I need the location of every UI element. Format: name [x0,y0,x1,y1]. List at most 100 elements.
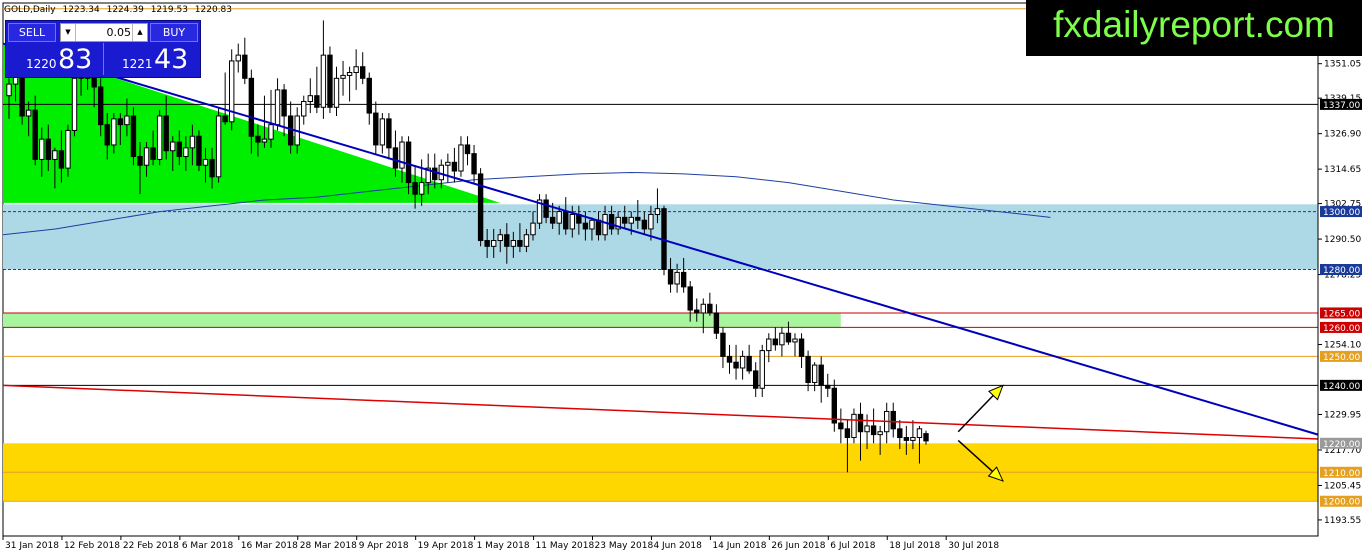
candle-body [910,437,916,441]
candle-body [333,77,340,108]
candle-body [838,422,844,430]
price-tag-label: 1300.00 [1323,208,1360,218]
lot-size-field[interactable]: ▼ 0.05 ▲ [60,23,148,42]
candle-body [491,240,497,247]
buy-price[interactable]: 1221 43 [103,43,198,75]
price-tag-label: 1265.00 [1323,309,1360,319]
time-tick-label: 4 Jun 2018 [653,541,702,551]
candle-body [831,387,837,424]
chevron-up-icon[interactable]: ▲ [132,24,147,41]
one-click-trading-panel: SELL ▼ 0.05 ▲ BUY 1220 83 1221 43 [5,20,201,78]
candle-body [156,115,163,160]
brand-text: fxdailyreport.com [1053,4,1335,45]
time-tick-label: 26 Jun 2018 [771,541,825,551]
candle-body [890,410,896,430]
price-tag-label: 1250.00 [1323,353,1360,363]
time-tick-label: 6 Mar 2018 [182,541,234,551]
candle-body [851,413,857,439]
candle-body [766,338,772,352]
candle-body [58,150,65,169]
candle-body [582,222,589,230]
candle-body [844,428,851,439]
candle-body [549,216,556,224]
candle-body [464,144,471,155]
sell-price-big: 83 [58,44,93,75]
candle-body [622,216,628,224]
candle-body [825,384,831,389]
candle-body [320,54,327,108]
price-tick-label: 1254.10 [1324,341,1361,351]
candle-body [346,72,353,76]
lot-size-value[interactable]: 0.05 [77,24,132,41]
candle-body [667,269,674,285]
candle-body [694,309,700,314]
candle-body [65,129,71,169]
candle-body [379,118,386,146]
price-tick-label: 1290.50 [1324,235,1361,245]
candle-body [720,332,726,357]
candle-body [222,115,228,123]
candle-body [477,173,484,242]
time-tick-label: 6 Jul 2018 [830,541,875,551]
price-tick-label: 1326.90 [1324,130,1361,140]
candle-body [543,199,549,218]
candle-body [497,234,503,242]
candle-body [360,66,366,79]
price-tick-label: 1193.55 [1324,516,1361,526]
candle-body [386,118,392,149]
candle-body [484,240,490,247]
candle-body [864,425,870,433]
sell-price[interactable]: 1220 83 [8,43,102,75]
candle-body [779,332,785,346]
buy-price-small: 1221 [122,57,153,71]
candle-body [772,338,779,346]
candle-body [25,109,32,117]
candle-body [52,150,58,160]
price-tag-label: 1210.00 [1323,469,1360,479]
candle-body [510,240,517,247]
candle-body [635,216,641,221]
candle-body [877,431,883,436]
price-tick-label: 1314.65 [1324,165,1361,175]
buy-button[interactable]: BUY [150,23,198,42]
candle-body [523,234,530,247]
time-tick-label: 28 Mar 2018 [300,541,357,551]
candle-body [589,219,595,230]
candle-body [648,213,654,230]
candle-body [215,115,222,178]
candle-body [418,182,425,195]
candle-body [373,112,379,146]
candle-body [45,138,51,160]
candle-body [111,118,117,146]
candle-body [857,413,864,433]
candle-body [739,355,746,369]
time-tick-label: 9 Apr 2018 [359,541,409,551]
time-tick-label: 31 Jan 2018 [5,541,59,551]
candle-body [700,303,706,314]
candle-body [798,338,805,357]
time-tick-label: 12 Feb 2018 [64,541,120,551]
candle-body [556,211,562,224]
candle-body [432,167,438,181]
sell-button[interactable]: SELL [8,23,56,42]
candle-body [602,213,608,236]
candle-body [903,437,910,441]
candle-body [281,89,287,117]
time-tick-label: 19 Apr 2018 [418,541,474,551]
candle-body [261,138,268,143]
candle-body [451,161,458,172]
chart-window: 1363.301351.051339.151326.901314.651302.… [0,0,1362,554]
candle-body [104,124,110,146]
candle-body [530,222,536,236]
candle-body [811,364,818,383]
chevron-down-icon[interactable]: ▼ [61,24,76,41]
symbol-label: GOLD,Daily [4,5,56,15]
candle-body [654,208,661,215]
candle-body [759,350,765,389]
candle-body [818,364,824,386]
candle-body [235,54,241,62]
candle-body [130,115,137,158]
candle-body [517,240,523,247]
candle-body [163,115,169,152]
candle-body [32,109,38,160]
